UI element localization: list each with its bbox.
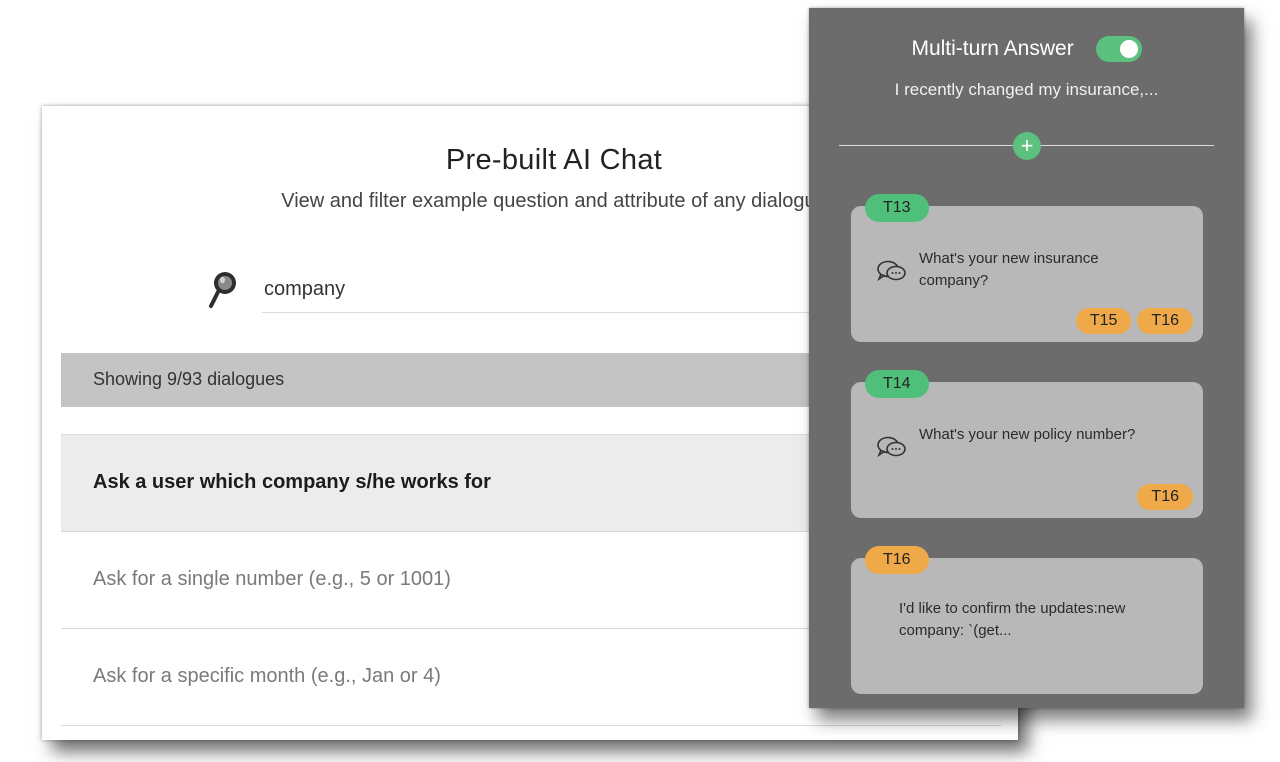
- search-icon: [206, 269, 240, 309]
- next-turn-badge[interactable]: T15: [1075, 308, 1132, 334]
- turn-card[interactable]: T13 What's your new insurance company? T…: [851, 194, 1203, 342]
- turn-card[interactable]: T14 What's your new policy number? T16: [851, 370, 1203, 518]
- next-turn-badges: T15 T16: [1070, 308, 1193, 334]
- next-turn-badge[interactable]: T16: [1137, 308, 1193, 334]
- results-count: Showing 9/93 dialogues: [93, 369, 285, 389]
- toggle-knob: [1119, 40, 1138, 58]
- turn-tag: T16: [865, 546, 929, 574]
- multi-turn-toggle[interactable]: [1095, 36, 1142, 62]
- turn-text: What's your new policy number?: [919, 426, 1136, 443]
- next-turn-badge[interactable]: T16: [1137, 484, 1193, 510]
- add-turn-button[interactable]: +: [1013, 132, 1041, 160]
- multi-turn-panel: Multi-turn Answer I recently changed my …: [809, 8, 1244, 708]
- chat-bubbles-icon: [875, 434, 911, 462]
- dialogue-label: Ask a user which company s/he works for: [93, 471, 491, 493]
- dialogue-label: Ask for a single number (e.g., 5 or 1001…: [93, 568, 451, 590]
- turn-text: What's your new insurance company?: [919, 250, 1099, 289]
- turn-text: I'd like to confirm the updates:new comp…: [899, 600, 1126, 639]
- turn-tag: T13: [865, 194, 929, 222]
- next-turn-badges: T16: [1131, 484, 1193, 510]
- panel-header: Multi-turn Answer: [809, 36, 1244, 62]
- panel-subtitle: I recently changed my insurance,...: [894, 80, 1159, 99]
- turn-card[interactable]: T16 I'd like to confirm the updates:new …: [851, 546, 1203, 694]
- chat-bubbles-icon: [875, 258, 911, 286]
- panel-title: Multi-turn Answer: [911, 37, 1074, 60]
- dialogue-label: Ask for a specific month (e.g., Jan or 4…: [93, 665, 441, 687]
- turn-tag: T14: [865, 370, 929, 398]
